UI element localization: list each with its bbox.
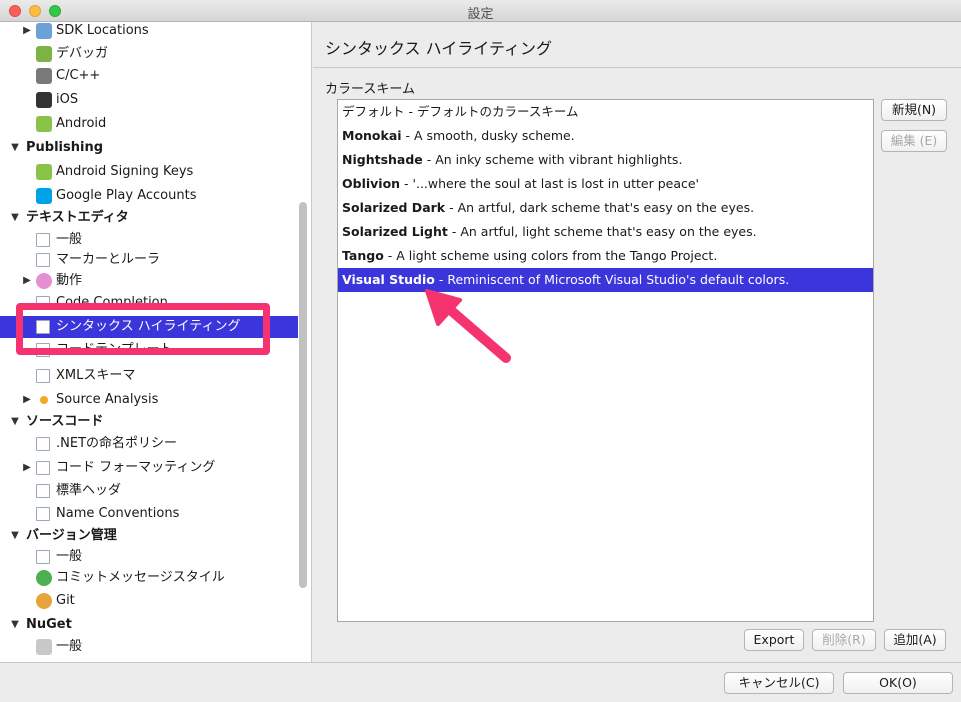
pointer-arrow-annotation — [425, 289, 511, 363]
